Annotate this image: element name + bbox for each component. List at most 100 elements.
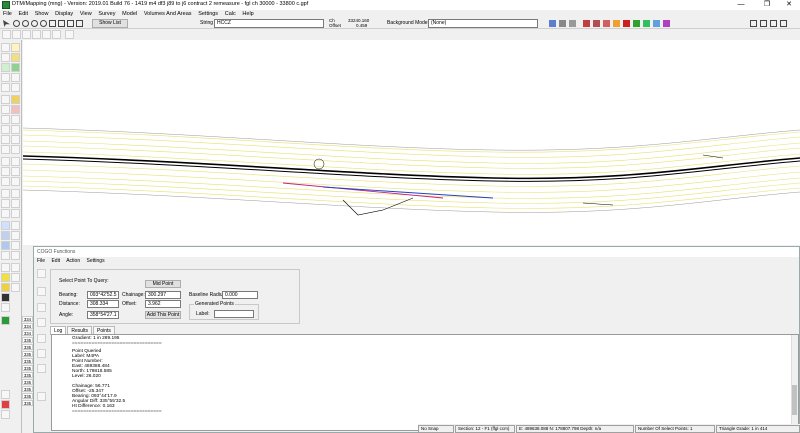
cogo-menu-edit[interactable]: Edit bbox=[51, 258, 60, 264]
layer-icon[interactable] bbox=[1, 231, 10, 240]
bottom-tool-1-icon[interactable] bbox=[1, 390, 10, 399]
filter-icon[interactable] bbox=[11, 231, 20, 240]
model-tool-icon[interactable] bbox=[1, 189, 10, 198]
log-pane[interactable]: Gradient: 1 in 289.195 =================… bbox=[51, 334, 799, 431]
contour-icon[interactable] bbox=[583, 20, 590, 27]
color-icon[interactable] bbox=[663, 20, 670, 27]
spin-icon[interactable] bbox=[37, 334, 46, 343]
slope-icon[interactable] bbox=[11, 209, 20, 218]
rotate-icon[interactable] bbox=[1, 83, 10, 92]
menu-edit[interactable]: Edit bbox=[19, 10, 28, 18]
maximize-button[interactable]: ❐ bbox=[756, 0, 778, 10]
menu-help[interactable]: Help bbox=[242, 10, 253, 18]
arc-icon[interactable] bbox=[1, 95, 10, 104]
pen-tool-icon[interactable] bbox=[12, 30, 21, 39]
layer-tool-icon[interactable] bbox=[65, 30, 74, 39]
arrow-tool-icon[interactable] bbox=[2, 30, 11, 39]
pick-icon[interactable] bbox=[37, 287, 46, 296]
extend-icon[interactable] bbox=[11, 115, 20, 124]
triangle-icon[interactable] bbox=[593, 20, 600, 27]
bearing-field[interactable]: 093°42'52.5 bbox=[87, 291, 119, 299]
minimize-button[interactable]: — bbox=[730, 0, 752, 10]
render-icon[interactable] bbox=[653, 20, 660, 27]
print-tool-icon[interactable] bbox=[52, 30, 61, 39]
menu-view[interactable]: View bbox=[80, 10, 92, 18]
pan-icon[interactable] bbox=[49, 20, 56, 27]
volume-icon[interactable] bbox=[613, 20, 620, 27]
tool-icon-d[interactable] bbox=[780, 20, 787, 27]
draw-icon[interactable] bbox=[1, 43, 10, 52]
section-icon[interactable] bbox=[603, 20, 610, 27]
bottom-tool-3-icon[interactable] bbox=[1, 410, 10, 419]
menu-calc[interactable]: Calc bbox=[225, 10, 236, 18]
mid-point-button[interactable]: Mid Point bbox=[145, 280, 181, 288]
survey-icon[interactable] bbox=[1, 157, 10, 166]
snap-icon[interactable] bbox=[37, 303, 46, 312]
label-icon[interactable] bbox=[11, 283, 20, 292]
surface-tool-icon[interactable] bbox=[11, 189, 20, 198]
menu-survey[interactable]: Survey bbox=[98, 10, 115, 18]
line-icon[interactable] bbox=[1, 53, 10, 62]
cogo-icon[interactable] bbox=[11, 241, 20, 250]
contour-tool-icon[interactable] bbox=[1, 209, 10, 218]
drawing-canvas[interactable] bbox=[22, 40, 800, 245]
pointer-icon[interactable] bbox=[3, 20, 10, 27]
profile-icon[interactable] bbox=[11, 135, 20, 144]
zoom-in-icon[interactable] bbox=[13, 20, 20, 27]
gp-label-field[interactable] bbox=[214, 310, 254, 318]
fill-icon[interactable] bbox=[11, 95, 20, 104]
query-point-icon[interactable] bbox=[37, 269, 46, 278]
cogo-menu-file[interactable]: File bbox=[37, 258, 45, 264]
triangle-tool-icon[interactable] bbox=[37, 364, 46, 373]
text-icon[interactable] bbox=[11, 43, 20, 52]
surface-icon[interactable] bbox=[643, 20, 650, 27]
distance-icon[interactable] bbox=[1, 251, 10, 260]
scale-icon[interactable] bbox=[11, 83, 20, 92]
model-icon-1[interactable] bbox=[549, 20, 556, 27]
model-icon-2[interactable] bbox=[559, 20, 566, 27]
menu-settings[interactable]: Settings bbox=[198, 10, 218, 18]
tool-icon-b[interactable] bbox=[760, 20, 767, 27]
green-tool-icon[interactable] bbox=[633, 20, 640, 27]
menu-volumes[interactable]: Volumes And Areas bbox=[144, 10, 192, 18]
note-icon[interactable] bbox=[1, 283, 10, 292]
zoom-window-icon[interactable] bbox=[31, 20, 38, 27]
bottom-tool-2-icon[interactable] bbox=[1, 400, 10, 409]
menu-show[interactable]: Show bbox=[35, 10, 49, 18]
move-icon[interactable] bbox=[1, 73, 10, 82]
traverse-icon[interactable] bbox=[1, 167, 10, 176]
edit-tool-icon[interactable] bbox=[42, 30, 51, 39]
tool-icon-c[interactable] bbox=[770, 20, 777, 27]
report-icon[interactable] bbox=[11, 263, 20, 272]
join-icon[interactable] bbox=[11, 63, 20, 72]
level-icon[interactable] bbox=[1, 135, 10, 144]
grid-tool-icon[interactable] bbox=[22, 30, 31, 39]
background-model-select[interactable]: (None) bbox=[428, 19, 538, 28]
setout-icon[interactable] bbox=[11, 167, 20, 176]
log-scrollbar[interactable] bbox=[791, 335, 798, 430]
save-icon[interactable] bbox=[1, 293, 10, 302]
zoom-out-icon[interactable] bbox=[22, 20, 29, 27]
string-select[interactable]: HCCZ bbox=[214, 19, 324, 28]
add-this-point-button[interactable]: Add This Point bbox=[145, 311, 181, 319]
query-icon[interactable] bbox=[76, 20, 83, 27]
mark-icon[interactable] bbox=[11, 273, 20, 282]
offset-icon[interactable] bbox=[1, 105, 10, 114]
copy-icon[interactable] bbox=[11, 73, 20, 82]
trim-icon[interactable] bbox=[11, 105, 20, 114]
close-button[interactable]: ✕ bbox=[778, 0, 800, 10]
section-tool-icon[interactable] bbox=[1, 145, 10, 154]
zoom-extents-icon[interactable] bbox=[40, 20, 47, 27]
log-scroll-thumb[interactable] bbox=[792, 385, 797, 415]
tool-icon-a[interactable] bbox=[750, 20, 757, 27]
plus-icon[interactable] bbox=[37, 349, 46, 358]
cogo-menu-settings[interactable]: Settings bbox=[87, 258, 105, 264]
model-icon-3[interactable] bbox=[569, 20, 576, 27]
fillet-icon[interactable] bbox=[1, 125, 10, 134]
info-icon[interactable] bbox=[1, 263, 10, 272]
print-icon[interactable] bbox=[1, 303, 10, 312]
query-tool-icon[interactable] bbox=[1, 241, 10, 250]
highlight-icon[interactable] bbox=[1, 273, 10, 282]
grid-view-icon[interactable] bbox=[1, 221, 10, 230]
measure-tool-icon[interactable] bbox=[32, 30, 41, 39]
